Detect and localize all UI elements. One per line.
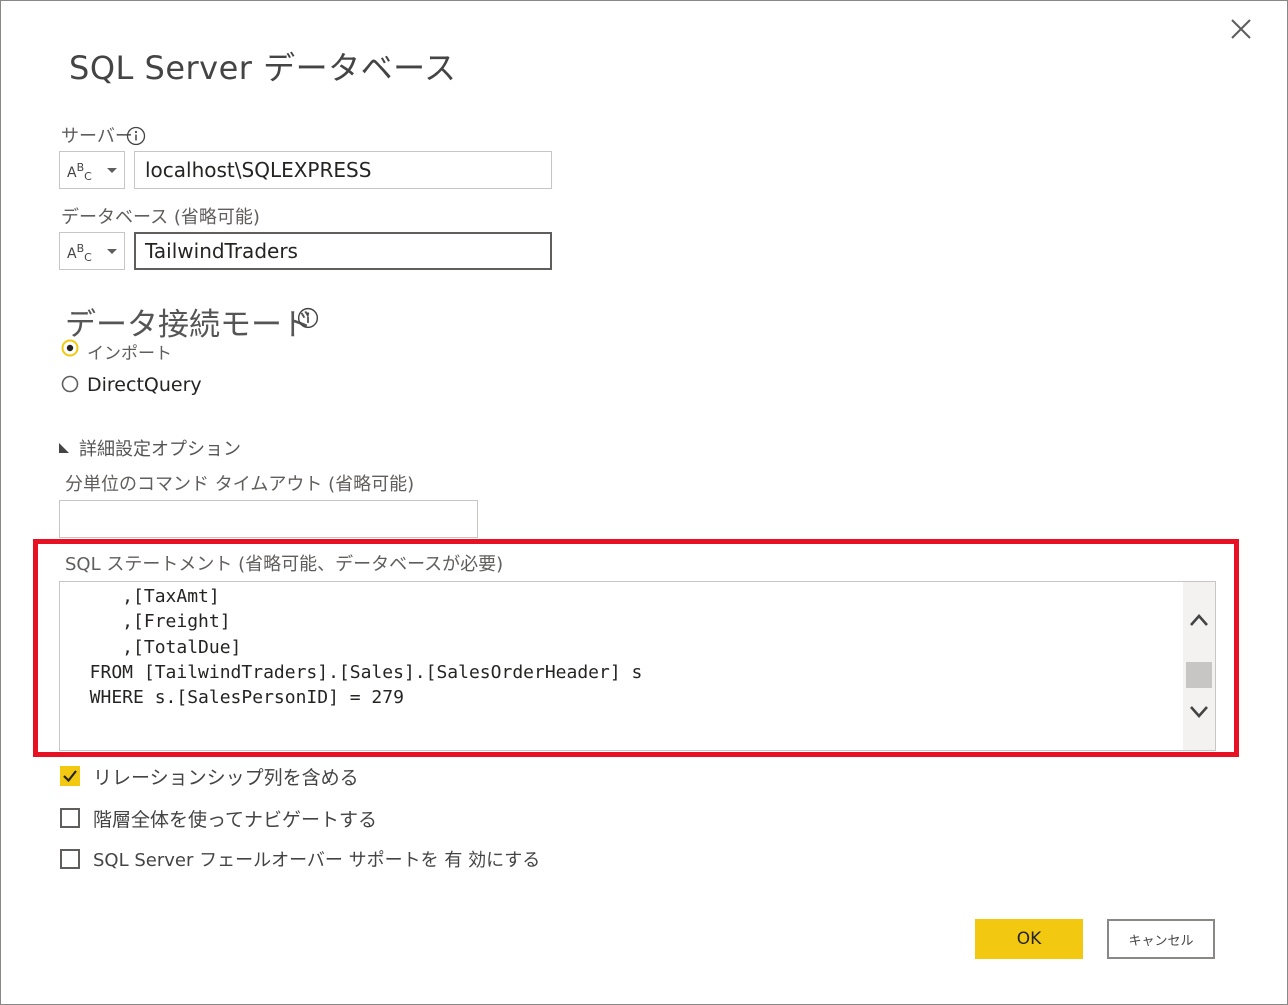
navigate-full-hierarchy-checkbox[interactable] <box>60 808 80 828</box>
close-icon <box>1231 19 1251 39</box>
database-input[interactable]: TailwindTraders <box>134 232 552 270</box>
import-radio[interactable] <box>61 339 79 357</box>
connectivity-mode-title: データ接続モード <box>65 307 313 343</box>
command-timeout-input[interactable] <box>59 500 478 538</box>
server-label: サーバー <box>61 126 133 147</box>
ok-button[interactable]: OK <box>975 919 1083 959</box>
close-button[interactable] <box>1227 15 1255 43</box>
import-radio-label[interactable]: インポート <box>87 339 172 364</box>
sql-server-database-dialog: SQL Server データベース サーバー ABC localhost\SQL… <box>0 0 1288 1005</box>
include-relationship-columns-checkbox[interactable] <box>60 766 80 786</box>
collapse-triangle-icon <box>59 443 69 453</box>
advanced-options-label: 詳細設定オプション <box>79 439 241 460</box>
checkmark-icon <box>63 770 77 783</box>
chevron-down-icon <box>107 249 117 254</box>
server-input[interactable]: localhost\SQLEXPRESS <box>134 151 552 189</box>
database-type-dropdown[interactable]: ABC <box>59 232 125 270</box>
server-type-dropdown[interactable]: ABC <box>59 151 125 189</box>
info-icon[interactable] <box>126 126 146 146</box>
database-label: データベース (省略可能) <box>61 207 260 228</box>
directquery-radio-label[interactable]: DirectQuery <box>87 374 202 396</box>
command-timeout-label: 分単位のコマンド タイムアウト (省略可能) <box>65 474 415 495</box>
abc-text-type-icon: ABC <box>67 242 92 264</box>
info-icon[interactable] <box>297 307 319 329</box>
cancel-button[interactable]: キャンセル <box>1107 919 1215 959</box>
failover-support-checkbox[interactable] <box>60 849 80 869</box>
highlight-box <box>33 539 1239 757</box>
chevron-down-icon <box>107 168 117 173</box>
include-relationship-columns-label[interactable]: リレーションシップ列を含める <box>93 763 359 790</box>
failover-support-label[interactable]: SQL Server フェールオーバー サポートを 有 効にする <box>93 846 540 872</box>
directquery-radio[interactable] <box>61 375 79 393</box>
dialog-title: SQL Server データベース <box>69 49 457 87</box>
navigate-full-hierarchy-label[interactable]: 階層全体を使ってナビゲートする <box>93 805 377 832</box>
abc-text-type-icon: ABC <box>67 161 92 183</box>
